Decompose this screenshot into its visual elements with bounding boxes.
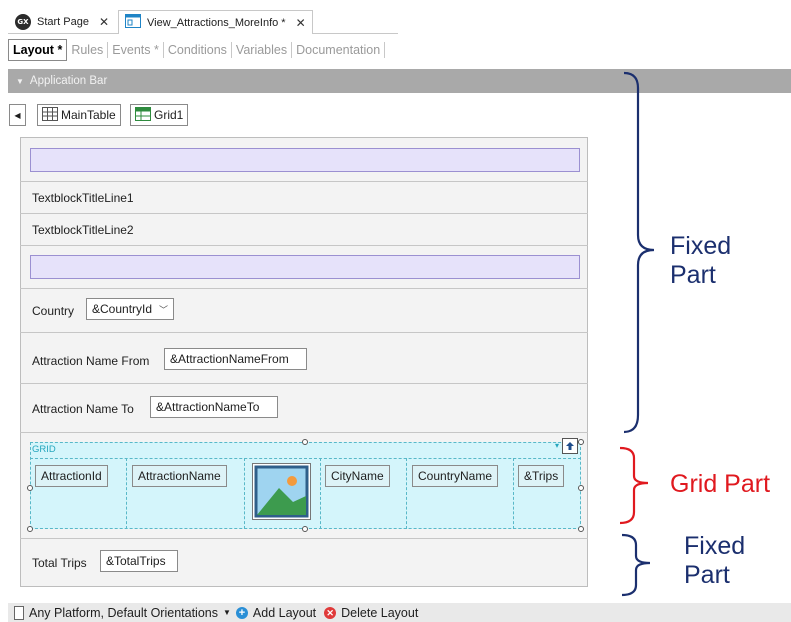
device-icon	[14, 605, 24, 620]
resize-handle[interactable]	[578, 439, 584, 445]
country-dropdown-value: &CountryId	[92, 302, 153, 316]
grid-column-label: CityName	[331, 469, 384, 483]
textblock-title-line2[interactable]: TextblockTitleLine2	[32, 223, 134, 237]
brace-fixed-top-icon	[623, 71, 655, 434]
attraction-to-field[interactable]: &AttractionNameTo	[150, 396, 278, 418]
move-up-icon[interactable]	[562, 438, 578, 454]
attraction-to-value: &AttractionNameTo	[156, 400, 260, 414]
layout-bottom-bar: Any Platform, Default Orientations ▼ + A…	[8, 603, 791, 622]
annotation-fixed-top: Fixed Part	[670, 232, 731, 290]
add-icon[interactable]: +	[235, 606, 248, 619]
arrow-left-icon: ◀	[14, 110, 21, 120]
platform-selector[interactable]: Any Platform, Default Orientations	[29, 606, 218, 620]
annotation-fixed-bottom: Fixed Part	[684, 532, 745, 590]
table-icon	[42, 106, 58, 124]
annotation-grid-part: Grid Part	[670, 470, 771, 498]
brace-grid-part-icon	[619, 446, 649, 525]
grid-column-divider	[513, 458, 514, 529]
image-placeholder-bottom[interactable]	[30, 255, 580, 279]
grid-column-divider	[126, 458, 127, 529]
total-trips-value: &TotalTrips	[106, 554, 166, 568]
resize-handle[interactable]	[27, 526, 33, 532]
grid-column-label: CountryName	[418, 469, 493, 483]
grid-caption: GRID	[32, 444, 56, 455]
chevron-down-icon: ﹀	[158, 304, 168, 315]
breadcrumb-grid[interactable]: Grid1	[130, 104, 189, 126]
tab-start-page-label: Start Page	[37, 16, 89, 28]
tab-view-attractions-label: View_Attractions_MoreInfo *	[147, 16, 286, 29]
grid-column-attractionid[interactable]: AttractionId	[35, 465, 108, 487]
grid-column-countryname[interactable]: CountryName	[412, 465, 499, 487]
breadcrumb-main-table[interactable]: MainTable	[37, 104, 121, 126]
attraction-from-field[interactable]: &AttractionNameFrom	[164, 348, 307, 370]
grid-column-cityname[interactable]: CityName	[325, 465, 390, 487]
add-layout-button[interactable]: Add Layout	[253, 606, 316, 620]
grid-icon	[135, 106, 151, 124]
textblock-title-line1[interactable]: TextblockTitleLine1	[32, 191, 134, 205]
resize-handle[interactable]	[302, 526, 308, 532]
country-dropdown[interactable]: &CountryId ﹀	[86, 298, 174, 320]
grid-column-divider	[406, 458, 407, 529]
annotation-fixed-top-line1: Fixed	[670, 232, 732, 260]
row-divider	[20, 181, 588, 182]
tab-conditions[interactable]: Conditions	[164, 42, 232, 58]
row-divider	[20, 432, 588, 433]
breadcrumb-back-button[interactable]: ◀	[9, 104, 26, 126]
close-icon[interactable]: ✕	[99, 15, 109, 29]
image-placeholder-top[interactable]	[30, 148, 580, 172]
grid-column-trips[interactable]: &Trips	[518, 465, 565, 487]
grid-column-label: AttractionId	[41, 469, 102, 483]
dropdown-arrow-icon[interactable]: ▼	[223, 608, 231, 617]
application-bar-label: Application Bar	[29, 75, 108, 87]
webpanel-icon	[125, 14, 141, 31]
annotation-fixed-top-line2: Part	[670, 261, 716, 289]
attraction-from-label: Attraction Name From	[32, 354, 150, 368]
grid-column-divider	[320, 458, 321, 529]
annotation-fixed-bottom-line1: Fixed	[684, 532, 746, 560]
tab-events[interactable]: Events *	[108, 42, 164, 58]
tab-view-attractions[interactable]: View_Attractions_MoreInfo * ✕	[118, 10, 313, 34]
tab-documentation[interactable]: Documentation	[292, 42, 386, 58]
row-divider	[20, 538, 588, 539]
grid-column-label: AttractionName	[138, 469, 221, 483]
annotation-fixed-bottom-line2: Part	[684, 561, 730, 589]
tab-layout[interactable]: Layout *	[8, 39, 68, 61]
grid-header-divider	[30, 458, 581, 459]
grid-column-divider	[244, 458, 245, 529]
row-divider	[20, 383, 588, 384]
brace-fixed-bottom-icon	[621, 533, 651, 597]
breadcrumb-grid-label: Grid1	[154, 108, 184, 122]
total-trips-field[interactable]: &TotalTrips	[100, 550, 178, 572]
close-icon[interactable]: ✕	[296, 16, 306, 30]
row-divider	[20, 245, 588, 246]
attraction-from-value: &AttractionNameFrom	[170, 352, 289, 366]
grid-column-label: &Trips	[524, 469, 559, 483]
tab-start-page[interactable]: GX Start Page ✕	[9, 10, 115, 34]
row-divider	[20, 213, 588, 214]
grid-column-attractionname[interactable]: AttractionName	[132, 465, 227, 487]
editor-subtabs: Layout * Rules Events * Conditions Varia…	[8, 39, 386, 61]
total-trips-label: Total Trips	[32, 556, 87, 570]
resize-handle[interactable]	[578, 526, 584, 532]
application-bar[interactable]: ▼ Application Bar	[8, 69, 791, 93]
row-divider	[20, 332, 588, 333]
tab-rules[interactable]: Rules	[67, 42, 109, 58]
delete-layout-button[interactable]: Delete Layout	[341, 606, 418, 620]
country-label: Country	[32, 304, 75, 318]
attraction-photo-image-icon[interactable]	[252, 463, 311, 520]
tab-variables[interactable]: Variables	[232, 42, 293, 58]
collapse-triangle-icon: ▼	[16, 76, 24, 86]
attraction-to-label: Attraction Name To	[32, 402, 134, 416]
breadcrumb-main-table-label: MainTable	[61, 108, 116, 122]
resize-handle[interactable]	[302, 439, 308, 445]
resize-handle[interactable]	[578, 485, 584, 491]
resize-handle[interactable]	[27, 485, 33, 491]
gx-logo-icon: GX	[15, 14, 31, 30]
grid-menu-chevron-icon[interactable]: ▾	[555, 441, 559, 450]
row-divider	[20, 288, 588, 289]
delete-icon[interactable]: ✕	[324, 606, 337, 619]
